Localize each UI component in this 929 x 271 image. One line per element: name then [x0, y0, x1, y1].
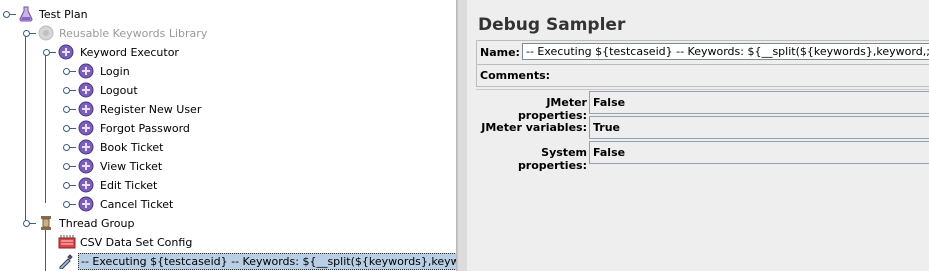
tree-item-label: Book Ticket	[100, 141, 164, 154]
name-row: Name: -- Executing ${testcaseid} -- Keyw…	[476, 40, 929, 65]
name-field[interactable]: -- Executing ${testcaseid} -- Keywords: …	[522, 43, 929, 60]
tree-item-label: View Ticket	[100, 160, 163, 173]
tree-item-label: Logout	[100, 84, 138, 97]
expand-toggle-icon[interactable]	[43, 49, 56, 56]
keyword-controller-icon	[78, 120, 94, 136]
system-properties-select[interactable]: False	[589, 141, 929, 164]
jmeter-properties-select[interactable]: False	[589, 91, 929, 114]
keyword-controller-icon	[78, 63, 94, 79]
expand-toggle-icon[interactable]	[63, 144, 76, 151]
switch-controller-icon	[58, 44, 74, 60]
panel-title: Debug Sampler	[478, 15, 626, 35]
expand-toggle-icon[interactable]	[63, 87, 76, 94]
keyword-controller-icon	[78, 196, 94, 212]
tree-item-label: Reusable Keywords Library	[59, 27, 208, 40]
jmeter-properties-label: JMeter properties:	[517, 96, 587, 122]
jmeter-variables-select[interactable]: True	[589, 116, 929, 139]
tree-item-label: Register New User	[100, 103, 202, 116]
expand-toggle-icon[interactable]	[23, 220, 36, 227]
tree-item-label: CSV Data Set Config	[80, 236, 193, 249]
keyword-controller-icon	[78, 158, 94, 174]
debug-sampler-panel: Debug Sampler Name: -- Executing ${testc…	[467, 0, 929, 271]
comments-label: Comments:	[480, 69, 551, 82]
flask-icon	[18, 6, 34, 22]
expand-toggle-icon[interactable]	[63, 106, 76, 113]
test-plan-tree[interactable]: Test Plan Reusable Keywords Library Keyw…	[0, 0, 457, 271]
tree-connector	[45, 230, 46, 271]
tree-item-label: Test Plan	[39, 8, 88, 21]
keyword-controller-icon	[78, 177, 94, 193]
expand-toggle-icon[interactable]	[3, 11, 16, 18]
tree-item-label: -- Executing ${testcaseid} -- Keywords: …	[78, 253, 456, 270]
keyword-controller-icon	[78, 82, 94, 98]
expand-toggle-icon[interactable]	[63, 201, 76, 208]
tree-item-label: Thread Group	[59, 217, 135, 230]
pipette-icon	[58, 253, 74, 270]
disabled-controller-icon	[38, 25, 54, 41]
expand-toggle-icon[interactable]	[63, 182, 76, 189]
tree-item-label: Keyword Executor	[80, 46, 179, 59]
expand-toggle-icon[interactable]	[23, 30, 36, 37]
expand-toggle-icon[interactable]	[63, 163, 76, 170]
tree-item-label: Forgot Password	[100, 122, 190, 135]
spool-icon	[38, 215, 54, 231]
keyword-controller-icon	[78, 101, 94, 117]
expand-toggle-icon[interactable]	[63, 68, 76, 75]
tree-item-label: Login	[100, 65, 130, 78]
expand-toggle-icon[interactable]	[63, 125, 76, 132]
keyword-controller-icon	[78, 139, 94, 155]
tree-connector	[45, 55, 46, 203]
config-element-icon	[58, 234, 76, 250]
tree-item-label: Edit Ticket	[100, 179, 158, 192]
system-properties-label: System properties:	[517, 146, 587, 172]
name-label: Name:	[480, 46, 520, 59]
tree-item-label: Cancel Ticket	[100, 198, 174, 211]
jmeter-variables-label: JMeter variables:	[481, 121, 587, 134]
tree-connector	[25, 34, 26, 222]
